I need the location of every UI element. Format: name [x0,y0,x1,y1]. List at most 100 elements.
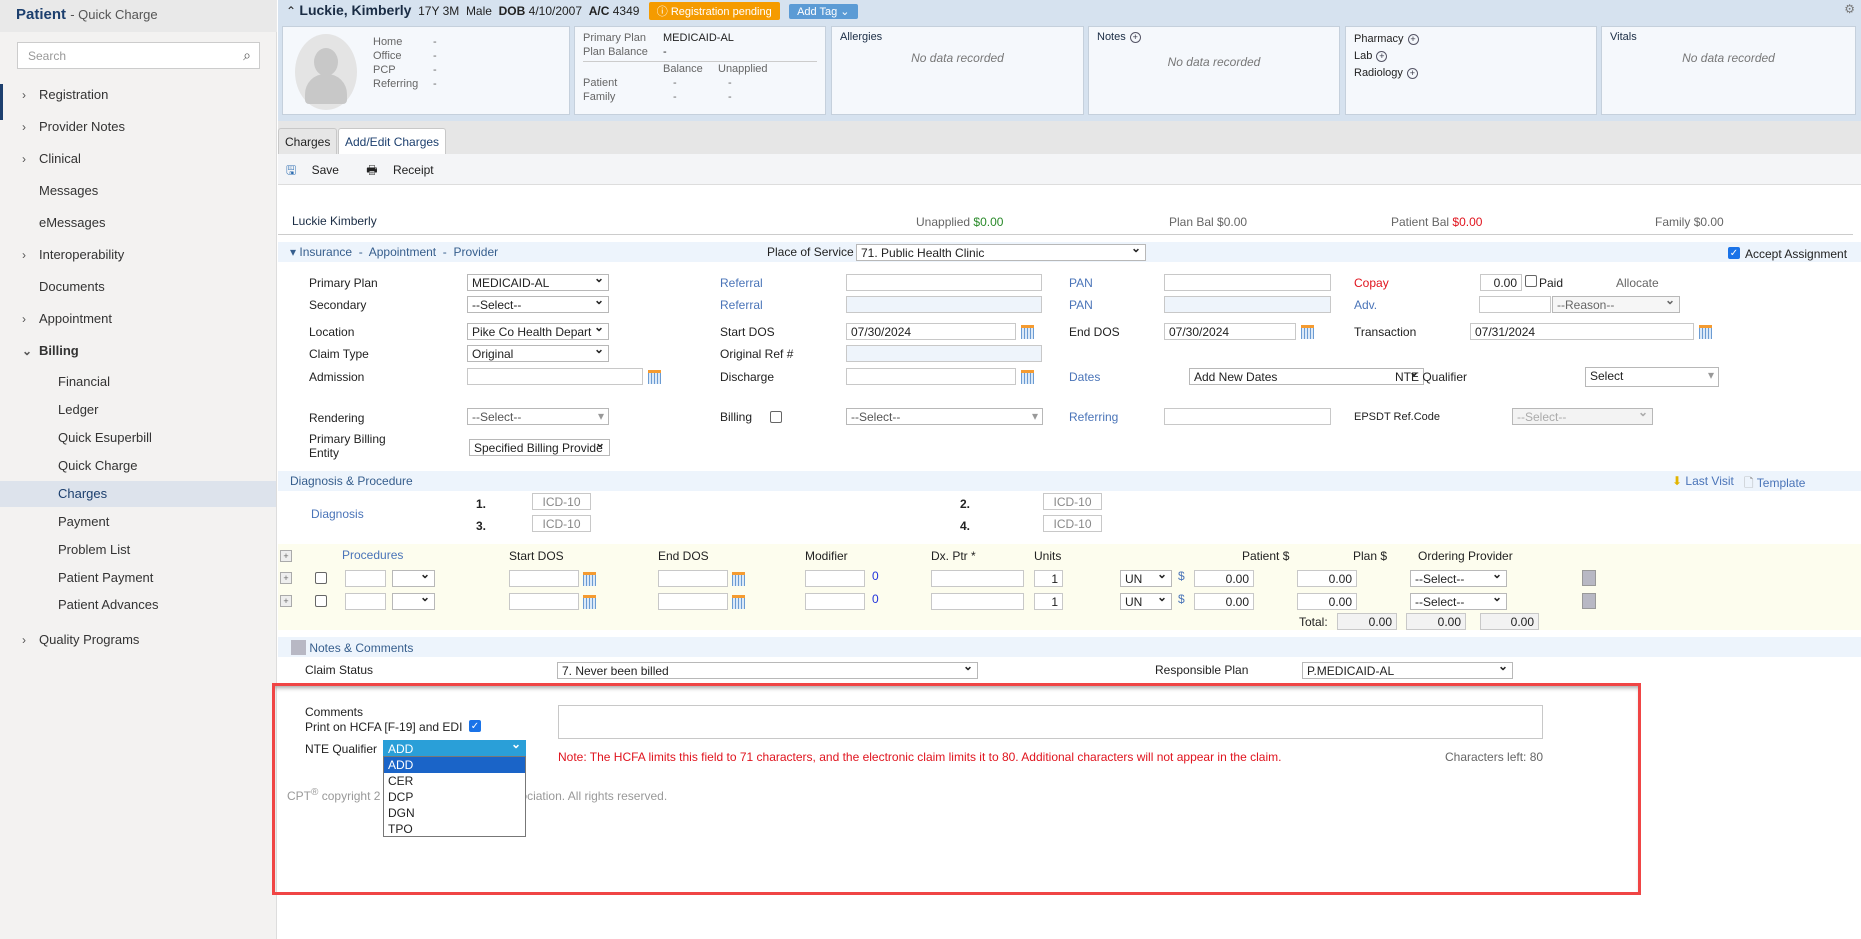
accept-assignment-checkbox[interactable]: ✓ [1728,247,1740,259]
nte-qualifier-select[interactable]: Select [1585,367,1719,387]
claim-type-select[interactable]: Original [467,345,609,362]
collapse-icon[interactable]: ⌃ [286,4,296,18]
row-checkbox[interactable] [315,595,327,607]
procedures-header[interactable]: Procedures [342,548,403,562]
dropdown-option-dgn[interactable]: DGN [384,805,525,821]
icd10-input-1[interactable]: ICD-10 [532,493,591,510]
place-of-service-select[interactable]: 71. Public Health Clinic [856,244,1146,261]
collapse-arrow-icon[interactable]: ▾ [290,245,296,259]
last-visit-button[interactable]: ⬇ Last Visit [1672,474,1734,488]
secondary-plan-select[interactable]: --Select-- [467,296,609,313]
sidebar-item-clinical[interactable]: › Clinical [0,146,276,172]
units-input[interactable]: 1 [1034,570,1063,587]
sidebar-item-documents[interactable]: Documents [0,274,276,300]
expand-icon[interactable]: + [280,595,292,607]
units-input[interactable]: 1 [1034,593,1063,610]
add-pharmacy-icon[interactable]: + [1407,34,1419,45]
calendar-icon[interactable] [583,572,596,586]
row-start-dos-input[interactable] [509,593,579,610]
pan-input[interactable] [1164,274,1331,291]
sidebar-item-ledger[interactable]: Ledger [0,397,276,423]
modifier-count-link[interactable]: 0 [872,569,879,583]
row-checkbox[interactable] [315,572,327,584]
add-tag-button[interactable]: Add Tag ⌄ [789,4,858,19]
sidebar-item-registration[interactable]: › Registration [0,82,276,108]
sidebar-item-quick-esuperbill[interactable]: Quick Esuperbill [0,425,276,451]
calendar-icon[interactable] [732,595,745,609]
unit-type-select[interactable]: UN [1120,593,1172,610]
sidebar-item-appointment[interactable]: › Appointment [0,306,276,332]
rendering-select[interactable]: --Select-- [467,408,609,425]
sidebar-item-quick-charge[interactable]: Quick Charge [0,453,276,479]
dx-ptr-input[interactable] [931,593,1024,610]
row-end-dos-input[interactable] [658,570,728,587]
procedure-type-select[interactable] [392,593,435,610]
modifier-count-link[interactable]: 0 [872,592,879,606]
procedure-code-input[interactable] [345,593,386,610]
icd10-input-2[interactable]: ICD-10 [1043,493,1102,510]
adv-input[interactable] [1479,296,1551,313]
add-note-icon[interactable]: + [1129,32,1141,43]
tab-charges[interactable]: Charges [278,128,338,154]
dates-link[interactable]: Dates [1069,370,1100,384]
sidebar-item-patient-advances[interactable]: Patient Advances [0,592,276,618]
row-end-dos-input[interactable] [658,593,728,610]
expand-icon[interactable]: + [280,572,292,584]
icd10-input-3[interactable]: ICD-10 [532,515,591,532]
plan-amount-input[interactable]: 0.00 [1297,570,1357,587]
registration-status-badge[interactable]: ⓘ Registration pending [648,2,780,20]
end-dos-input[interactable]: 07/30/2024 [1164,323,1296,340]
calendar-icon[interactable] [1021,325,1034,339]
allocate-link[interactable]: Allocate [1616,276,1659,290]
procedure-type-select[interactable] [392,570,435,587]
sidebar-item-provider-notes[interactable]: › Provider Notes [0,114,276,140]
dropdown-option-add[interactable]: ADD [384,757,525,773]
dropdown-option-tpo[interactable]: TPO [384,821,525,837]
referral-link[interactable]: Referral [720,276,763,290]
template-button[interactable]: 🗋 Template [1744,474,1805,495]
start-dos-input[interactable]: 07/30/2024 [846,323,1016,340]
sidebar-item-emessages[interactable]: eMessages [0,210,276,236]
save-button[interactable]: 🖫 Save [286,163,351,177]
calendar-icon[interactable] [583,595,596,609]
sidebar-item-problem-list[interactable]: Problem List [0,537,276,563]
notes-icon[interactable] [1582,593,1596,609]
dropdown-option-dcp[interactable]: DCP [384,789,525,805]
billing-checkbox[interactable] [770,411,782,423]
expand-icon[interactable]: + [280,550,292,562]
gear-icon[interactable]: ⚙ [1844,2,1855,16]
transaction-date-input[interactable]: 07/31/2024 [1470,323,1694,340]
discharge-date-input[interactable] [846,368,1016,385]
row-start-dos-input[interactable] [509,570,579,587]
patient-amount-input[interactable]: 0.00 [1194,570,1254,587]
ordering-provider-select[interactable]: --Select-- [1410,593,1507,610]
search-input[interactable]: Search ⌕ [17,42,260,69]
referring-link[interactable]: Referring [1069,410,1118,424]
modifier-input[interactable] [805,570,865,587]
reason-select[interactable]: --Reason-- [1552,296,1680,313]
primary-billing-entity-select[interactable]: Specified Billing Provide [469,439,610,456]
add-radiology-icon[interactable]: + [1406,68,1418,79]
billing-select[interactable]: --Select-- [846,408,1043,425]
modifier-input[interactable] [805,593,865,610]
sidebar-item-interoperability[interactable]: › Interoperability [0,242,276,268]
calendar-icon[interactable] [1021,370,1034,384]
calendar-icon[interactable] [648,370,661,384]
calendar-icon[interactable] [732,572,745,586]
patient-amount-input[interactable]: 0.00 [1194,593,1254,610]
dates-select[interactable]: Add New Dates [1189,368,1424,385]
procedure-code-input[interactable] [345,570,386,587]
sidebar-item-patient-payment[interactable]: Patient Payment [0,565,276,591]
search-icon[interactable]: ⌕ [243,47,251,64]
nte-qualifier-dropdown[interactable]: ADD CER DCP DGN TPO [383,756,526,837]
claim-status-select[interactable]: 7. Never been billed [557,662,978,679]
tab-add-edit-charges[interactable]: Add/Edit Charges [338,128,447,154]
referral-input[interactable] [846,274,1042,291]
primary-plan-select[interactable]: MEDICAID-AL [467,274,609,291]
diagnosis-link[interactable]: Diagnosis [311,507,364,521]
admission-date-input[interactable] [467,368,643,385]
calendar-icon[interactable] [1699,325,1712,339]
sidebar-item-quality-programs[interactable]: › Quality Programs [0,627,276,653]
referring-input[interactable] [1164,408,1331,425]
unit-type-select[interactable]: UN [1120,570,1172,587]
